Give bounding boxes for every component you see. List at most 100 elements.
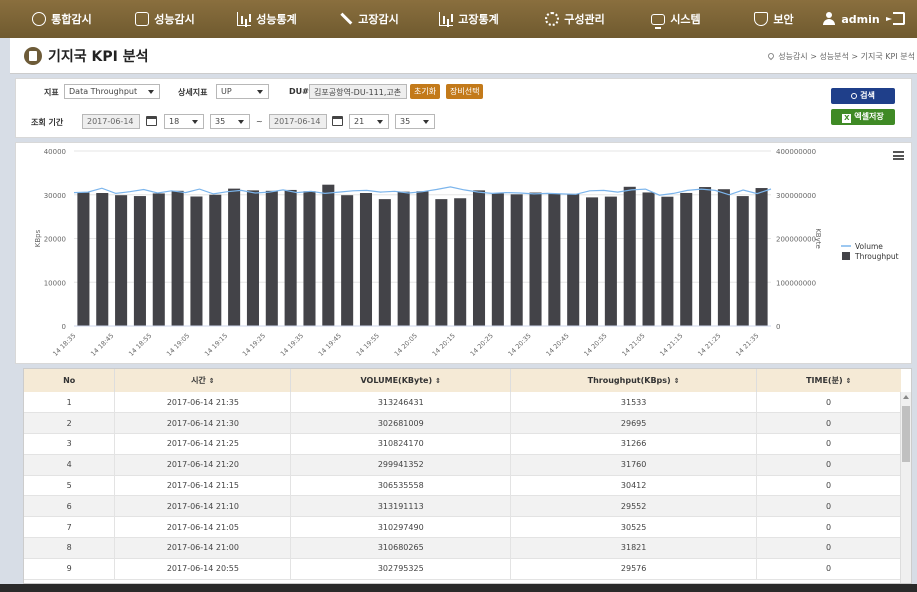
nav-label: 보안 [773, 13, 794, 26]
sort-icon[interactable]: ⇕ [846, 377, 852, 385]
document-icon [24, 47, 42, 65]
col-header-label: No [63, 376, 76, 385]
nav-fault-statistics[interactable]: 고장통계 [424, 0, 514, 38]
col-header-throughput[interactable]: Throughput(KBps) ⇕ [510, 369, 758, 392]
metric-label: 지표 [44, 88, 59, 97]
nav-performance-statistics[interactable]: 성능통계 [222, 0, 312, 38]
location-pin-icon [766, 51, 776, 61]
filter-panel: 지표 Data Throughput 상세지표 UP DU# 김포공항역-DU-… [15, 78, 912, 138]
throughput-bar [265, 190, 278, 326]
nav-system[interactable]: 시스템 [636, 0, 716, 38]
dashboard-icon [32, 12, 47, 26]
throughput-bar [322, 184, 335, 326]
table-cell: 310297490 [290, 516, 512, 539]
table-cell: 2017-06-14 21:20 [114, 454, 292, 476]
nav-integrated-monitoring[interactable]: 통합감시 [22, 0, 102, 38]
chart-menu-icon[interactable] [893, 151, 904, 160]
sort-icon[interactable]: ⇕ [435, 377, 441, 385]
table-cell: 0 [756, 392, 901, 414]
table-cell: 1 [24, 392, 116, 414]
scroll-up-icon[interactable] [903, 395, 909, 399]
equipment-select-button[interactable]: 장비선택 [446, 84, 484, 99]
search-button[interactable]: 검색 [831, 88, 895, 104]
table-cell: 30412 [510, 475, 758, 497]
table-row[interactable]: 4 2017-06-14 21:20 299941352 31760 0 [24, 454, 901, 476]
chevron-down-icon [257, 90, 263, 94]
col-header-time[interactable]: 시간 ⇕ [114, 369, 292, 392]
nav-performance-monitoring[interactable]: 성능감시 [120, 0, 210, 38]
sort-icon[interactable]: ⇕ [209, 377, 215, 385]
x-tick-label: 14 20:35 [507, 332, 533, 358]
table-row[interactable]: 3 2017-06-14 21:25 310824170 31266 0 [24, 433, 901, 455]
end-date-input[interactable]: 2017-06-14 [269, 114, 327, 129]
table-row[interactable]: 6 2017-06-14 21:10 313191113 29552 0 [24, 495, 901, 518]
table-cell: 7 [24, 516, 116, 539]
x-tick-label: 14 21:25 [696, 332, 722, 358]
table-cell: 0 [756, 558, 901, 580]
throughput-bar [567, 193, 580, 326]
table-row[interactable]: 5 2017-06-14 21:15 306535558 30412 0 [24, 475, 901, 497]
end-min-select[interactable]: 35 [395, 114, 435, 129]
table-cell: 0 [756, 433, 901, 455]
table-cell: 310680265 [290, 537, 512, 559]
start-hour-select[interactable]: 18 [164, 114, 204, 129]
col-header-time-min[interactable]: TIME(분) ⇕ [756, 369, 901, 392]
nav-security[interactable]: 보안 [744, 0, 804, 38]
chevron-down-icon [148, 90, 154, 94]
x-tick-label: 14 20:15 [431, 332, 457, 358]
du-field[interactable]: 김포공항역-DU-111,고촌 [309, 84, 407, 99]
monitor-chart-icon [135, 12, 150, 26]
reset-button[interactable]: 초기화 [410, 84, 441, 99]
table-cell: 2017-06-14 21:30 [114, 412, 292, 435]
table-cell: 8 [24, 537, 116, 559]
table-cell: 313246431 [290, 392, 512, 414]
nav-configuration[interactable]: 구성관리 [530, 0, 620, 38]
calendar-icon[interactable] [146, 116, 157, 126]
chevron-down-icon [377, 120, 383, 124]
throughput-bar [303, 191, 316, 326]
scroll-thumb[interactable] [902, 406, 910, 462]
end-hour-select[interactable]: 21 [349, 114, 389, 129]
table-row[interactable]: 2 2017-06-14 21:30 302681009 29695 0 [24, 412, 901, 435]
throughput-bar [586, 197, 599, 326]
throughput-bar [171, 190, 184, 326]
table-row[interactable]: 1 2017-06-14 21:35 313246431 31533 0 [24, 392, 901, 414]
end-min-value: 35 [400, 117, 411, 126]
nav-fault-monitoring[interactable]: 고장감시 [324, 0, 414, 38]
table-row[interactable]: 9 2017-06-14 20:55 302795325 29576 0 [24, 558, 901, 580]
logout-icon[interactable] [886, 12, 905, 25]
search-button-label: 검색 [860, 91, 875, 100]
metric-value: Data Throughput [69, 87, 138, 96]
throughput-bar [341, 195, 354, 326]
throughput-bar [284, 189, 297, 326]
x-tick-label: 14 18:45 [89, 332, 115, 358]
monitor-icon [651, 13, 666, 29]
sort-icon[interactable]: ⇕ [674, 377, 680, 385]
metric-select[interactable]: Data Throughput [64, 84, 160, 99]
start-min-select[interactable]: 35 [210, 114, 250, 129]
detail-label: 상세지표 [178, 88, 208, 97]
table-scrollbar[interactable] [900, 392, 911, 583]
page-title: 기지국 KPI 분석 [48, 49, 149, 65]
bar-chart-icon [237, 12, 252, 26]
calendar-icon[interactable] [332, 116, 343, 126]
throughput-bar [397, 191, 410, 326]
table-cell: 4 [24, 454, 116, 476]
excel-save-button[interactable]: X 엑셀저장 [831, 109, 895, 125]
col-header-label: 시간 [191, 376, 206, 385]
y2-axis-label: KByte [814, 228, 822, 249]
table-row[interactable]: 8 2017-06-14 21:00 310680265 31821 0 [24, 537, 901, 559]
table-cell: 313191113 [290, 495, 512, 518]
table-row[interactable]: 7 2017-06-14 21:05 310297490 30525 0 [24, 516, 901, 539]
nav-user-admin[interactable]: admin [818, 0, 884, 38]
throughput-bar [623, 186, 636, 326]
col-header-volume[interactable]: VOLUME(KByte) ⇕ [290, 369, 512, 392]
col-header-no: No [24, 369, 116, 392]
detail-select[interactable]: UP [216, 84, 269, 99]
start-date-input[interactable]: 2017-06-14 [82, 114, 140, 129]
start-min-value: 35 [215, 117, 226, 126]
table-cell: 31266 [510, 433, 758, 455]
y-tick-label: 30000 [44, 192, 66, 200]
y-tick-label: 40000 [44, 148, 66, 156]
throughput-bar [548, 193, 561, 326]
